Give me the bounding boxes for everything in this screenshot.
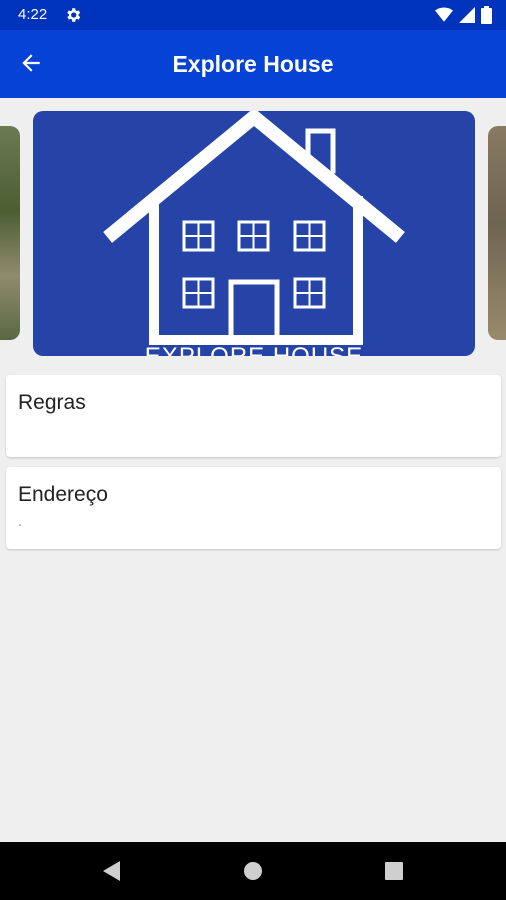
carousel-next-image[interactable] xyxy=(488,126,506,340)
wifi-icon xyxy=(435,7,453,28)
logo-watermark-text: EXPLORE HOUSE xyxy=(145,343,363,356)
image-carousel[interactable]: EXPLORE HOUSE xyxy=(0,98,506,368)
rules-card[interactable]: Regras xyxy=(6,375,501,457)
carousel-prev-image[interactable] xyxy=(0,126,20,340)
app-bar: Explore House xyxy=(0,30,506,98)
house-logo-image[interactable]: EXPLORE HOUSE xyxy=(33,111,475,356)
settings-gear-icon xyxy=(64,6,82,29)
rules-title: Regras xyxy=(18,391,86,414)
system-nav-bar xyxy=(0,842,506,900)
nav-back-icon xyxy=(101,861,123,886)
nav-recents-button[interactable] xyxy=(383,860,407,884)
status-bar: 4:22 xyxy=(0,0,506,30)
address-title: Endereço xyxy=(18,483,108,506)
nav-recents-icon xyxy=(383,862,405,886)
address-value: . xyxy=(18,513,22,529)
nav-home-button[interactable] xyxy=(242,860,266,884)
status-time: 4:22 xyxy=(18,6,48,23)
page-title: Explore House xyxy=(172,51,334,77)
address-card[interactable]: Endereço . xyxy=(6,467,501,549)
nav-back-button[interactable] xyxy=(101,860,125,884)
battery-icon xyxy=(481,6,492,29)
nav-home-icon xyxy=(242,862,264,886)
signal-icon xyxy=(459,7,475,28)
